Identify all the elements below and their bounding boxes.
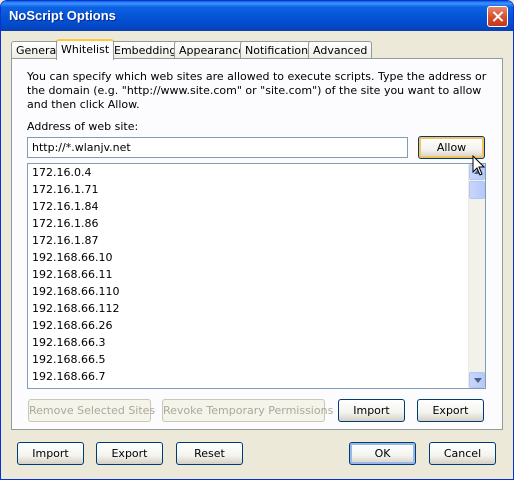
whitelist-import-button[interactable]: Import [338, 399, 405, 422]
revoke-temporary-permissions-button[interactable]: Revoke Temporary Permissions [162, 399, 333, 422]
list-item[interactable]: 192.168.66.112 [28, 300, 485, 317]
whitelist-description: You can specify which web sites are allo… [27, 70, 487, 111]
title-bar[interactable]: NoScript Options [1, 1, 513, 31]
noscript-options-dialog: NoScript Options General Whitelist Embed… [0, 0, 514, 480]
list-item[interactable]: 192.168.66.5 [28, 351, 485, 368]
list-item[interactable]: 172.16.0.4 [28, 164, 485, 181]
mouse-pointer-icon [472, 155, 486, 176]
list-item[interactable]: 172.16.1.71 [28, 181, 485, 198]
tab-advanced[interactable]: Advanced [308, 41, 373, 59]
list-item[interactable]: 172.16.1.86 [28, 215, 485, 232]
whitelist-export-button[interactable]: Export [417, 399, 484, 422]
list-item[interactable]: 192.168.66.3 [28, 334, 485, 351]
whitelist-panel: You can specify which web sites are allo… [11, 58, 503, 430]
export-button[interactable]: Export [96, 442, 163, 465]
list-item[interactable]: 192.168.66.26 [28, 317, 485, 334]
address-label: Address of web site: [27, 120, 139, 133]
list-item[interactable]: 192.168.66.110 [28, 283, 485, 300]
list-item[interactable]: 192.168.66.10 [28, 249, 485, 266]
list-item[interactable]: 192.168.66.9 [28, 385, 485, 388]
window-title: NoScript Options [9, 8, 116, 23]
sites-list[interactable]: 172.16.0.4 172.16.1.71 172.16.1.84 172.16.1… [27, 163, 486, 389]
import-button[interactable]: Import [17, 442, 84, 465]
cancel-button[interactable]: Cancel [429, 442, 496, 465]
ok-button[interactable]: OK [349, 442, 416, 465]
remove-selected-sites-button[interactable]: Remove Selected Sites [28, 399, 155, 422]
list-item[interactable]: 192.168.66.11 [28, 266, 485, 283]
sites-list-items: 172.16.0.4 172.16.1.71 172.16.1.84 172.16.1… [28, 164, 485, 388]
reset-button[interactable]: Reset [176, 442, 243, 465]
list-item[interactable]: 172.16.1.87 [28, 232, 485, 249]
scroll-down-arrow-icon[interactable] [469, 372, 485, 388]
tab-whitelist[interactable]: Whitelist [56, 39, 115, 60]
list-item[interactable]: 172.16.1.84 [28, 198, 485, 215]
tab-appearance[interactable]: Appearance [174, 41, 251, 59]
close-icon[interactable] [487, 6, 508, 27]
address-input[interactable] [27, 137, 408, 158]
scrollbar[interactable] [468, 164, 485, 388]
list-item[interactable]: 192.168.66.7 [28, 368, 485, 385]
scrollbar-thumb[interactable] [469, 181, 485, 199]
